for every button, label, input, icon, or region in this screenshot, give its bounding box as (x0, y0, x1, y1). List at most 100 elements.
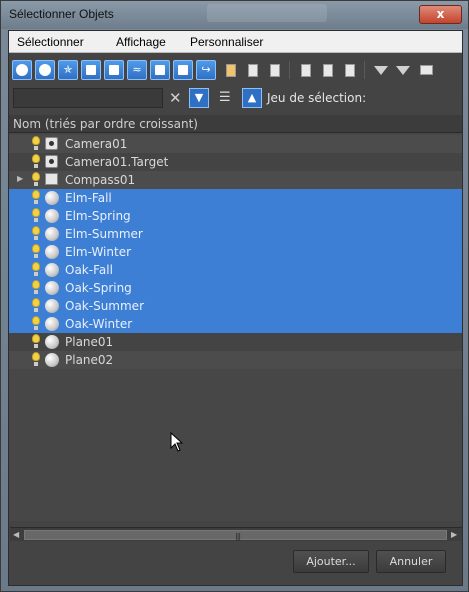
group-filter-button[interactable] (150, 60, 170, 80)
object-list[interactable]: Nom (triés par ordre croissant) Camera01… (9, 115, 462, 521)
list-item[interactable]: Elm-Winter (9, 243, 462, 261)
object-name: Plane01 (65, 335, 114, 349)
light-bulb-icon[interactable] (31, 208, 41, 224)
title-bar[interactable]: Sélectionner Objets x (1, 1, 468, 29)
dialog-body: Sélectionner Affichage Personnaliser ✯ ≈… (8, 30, 463, 586)
object-name: Elm-Winter (65, 245, 132, 259)
bone-icon: ↪ (201, 63, 211, 76)
selection-set-label: Jeu de sélection: (267, 91, 367, 105)
camera-icon (45, 137, 59, 151)
expand-arrow-icon[interactable]: ▶ (17, 174, 23, 183)
sphere-icon (45, 263, 59, 277)
clear-search-icon[interactable]: ✕ (169, 89, 182, 107)
list-item[interactable]: Elm-Fall (9, 189, 462, 207)
list-item[interactable]: Camera01.Target (9, 153, 462, 171)
close-button[interactable]: x (419, 5, 462, 24)
sphere-icon (45, 353, 59, 367)
compass-icon (45, 173, 59, 187)
layers-icon[interactable]: ☰ (219, 90, 231, 105)
light-bulb-icon[interactable] (31, 316, 41, 332)
object-name: Oak-Fall (65, 263, 113, 277)
list-item[interactable]: Elm-Spring (9, 207, 462, 225)
object-name: Elm-Summer (65, 227, 143, 241)
xref-icon (178, 65, 188, 75)
add-button[interactable]: Ajouter... (293, 550, 369, 573)
sphere-icon (45, 299, 59, 313)
list-item[interactable]: Camera01 (9, 135, 462, 153)
horizontal-scrollbar[interactable]: ◀ ||| ▶ (10, 527, 462, 541)
scroll-right-icon[interactable]: ▶ (451, 530, 457, 539)
hidden-filter-button[interactable] (265, 60, 285, 80)
light-bulb-icon[interactable] (31, 334, 41, 350)
light-bulb-icon[interactable] (31, 172, 41, 188)
search-input[interactable] (13, 88, 163, 108)
list-item[interactable]: Oak-Summer (9, 297, 462, 315)
camera-filter-button[interactable] (81, 60, 101, 80)
hierarchy-icon: ▲ (247, 91, 257, 104)
menu-display[interactable]: Affichage (116, 35, 166, 49)
list-item[interactable]: ▶ Compass01 (9, 171, 462, 189)
object-name: Camera01.Target (65, 155, 169, 169)
menu-select[interactable]: Sélectionner (17, 35, 84, 49)
sphere-icon (45, 245, 59, 259)
light-bulb-icon[interactable] (31, 352, 41, 368)
filter-button[interactable] (371, 60, 391, 80)
container-icon (226, 63, 236, 77)
menu-customize[interactable]: Personnaliser (190, 35, 263, 49)
collapse-button[interactable] (416, 60, 436, 80)
filter-icon (374, 65, 388, 75)
bone-filter-button[interactable]: ↪ (196, 60, 216, 80)
sphere-icon (45, 191, 59, 205)
hidden-icon (270, 63, 280, 77)
light-bulb-icon[interactable] (31, 244, 41, 260)
frozen-icon (248, 63, 258, 77)
sphere-icon (45, 335, 59, 349)
xref-filter-button[interactable] (173, 60, 193, 80)
frozen-filter-button[interactable] (243, 60, 263, 80)
sphere-icon (45, 281, 59, 295)
object-name: Elm-Spring (65, 209, 131, 223)
list-item[interactable]: Elm-Summer (9, 225, 462, 243)
object-name: Camera01 (65, 137, 128, 151)
funnel-icon: ▼ (194, 91, 204, 104)
light-bulb-icon[interactable] (31, 262, 41, 278)
select-all-button[interactable] (296, 60, 316, 80)
scrollbar-thumb[interactable]: ||| (24, 530, 447, 541)
object-name: Oak-Spring (65, 281, 132, 295)
invert-selection-button[interactable] (340, 60, 360, 80)
select-none-button[interactable] (318, 60, 338, 80)
object-name: Oak-Summer (65, 299, 144, 313)
camera-icon (45, 155, 59, 169)
spacewarp-filter-button[interactable]: ≈ (127, 60, 147, 80)
collapse-icon (419, 65, 433, 75)
helper-filter-button[interactable] (104, 60, 124, 80)
filter-clear-button[interactable] (393, 60, 413, 80)
list-item[interactable]: Oak-Winter (9, 315, 462, 333)
light-bulb-icon[interactable] (31, 298, 41, 314)
light-bulb-icon[interactable] (31, 154, 41, 170)
light-bulb-icon[interactable] (31, 226, 41, 242)
geometry-filter-button[interactable] (12, 60, 32, 80)
light-bulb-icon[interactable] (31, 136, 41, 152)
select-objects-window: Sélectionner Objets x Sélectionner Affic… (0, 0, 469, 592)
name-column-header[interactable]: Nom (triés par ordre croissant) (9, 115, 462, 133)
light-bulb-icon[interactable] (31, 190, 41, 206)
shape-filter-button[interactable] (35, 60, 55, 80)
list-item[interactable]: Plane01 (9, 333, 462, 351)
light-filter-button[interactable]: ✯ (58, 60, 78, 80)
hierarchy-button[interactable]: ▲ (242, 88, 262, 108)
select-all-icon (301, 63, 311, 77)
light-icon: ✯ (63, 63, 73, 76)
spacewarp-icon: ≈ (132, 63, 142, 76)
camera-icon (86, 65, 96, 75)
list-item[interactable]: Oak-Fall (9, 261, 462, 279)
list-item[interactable]: Oak-Spring (9, 279, 462, 297)
filter-toggle-button[interactable]: ▼ (189, 88, 209, 108)
light-bulb-icon[interactable] (31, 280, 41, 296)
menu-bar: Sélectionner Affichage Personnaliser (9, 31, 462, 53)
cancel-button[interactable]: Annuler (376, 550, 446, 573)
scroll-left-icon[interactable]: ◀ (13, 530, 19, 539)
container-filter-button[interactable] (221, 60, 241, 80)
sphere-icon (45, 227, 59, 241)
list-item[interactable]: Plane02 (9, 351, 462, 369)
